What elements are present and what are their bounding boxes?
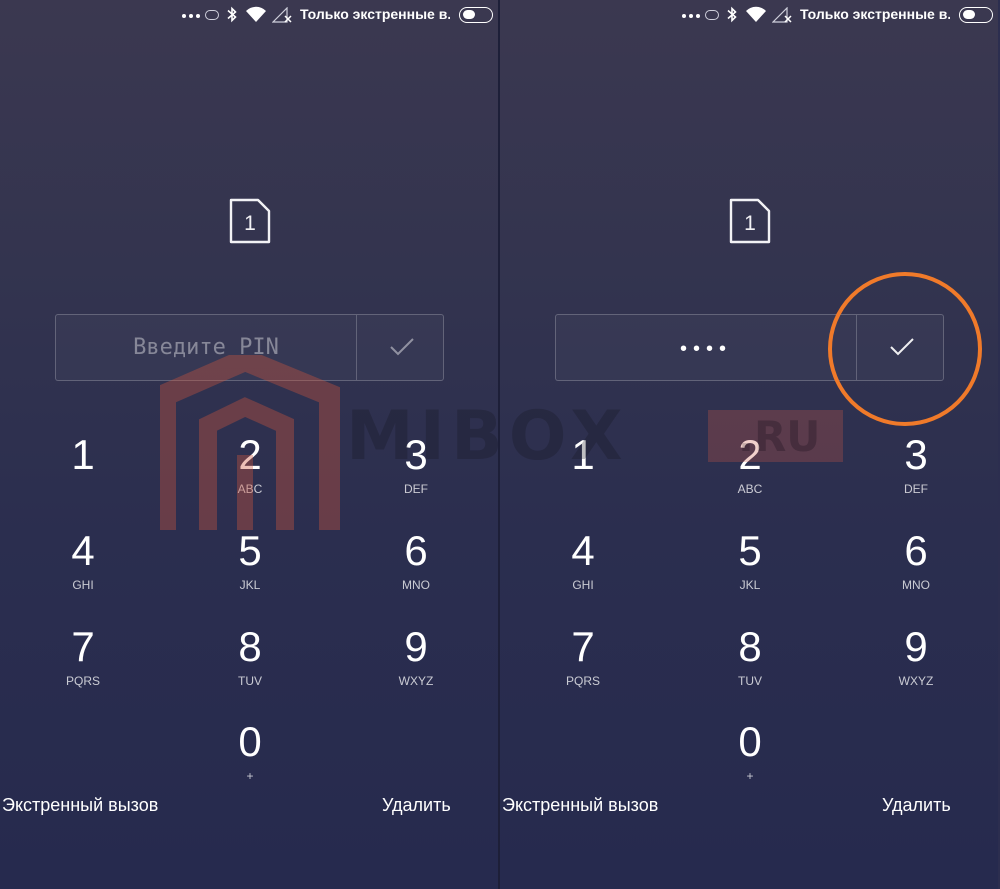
pin-placeholder: Введите PIN <box>133 335 279 360</box>
toggle-icon <box>959 7 993 23</box>
delete-button[interactable]: Удалить <box>382 795 451 816</box>
more-dots-icon <box>182 14 200 18</box>
key-1[interactable]: 1 <box>523 432 643 512</box>
ring-icon <box>205 10 219 20</box>
key-3[interactable]: 3 DEF <box>856 432 976 512</box>
key-9[interactable]: 9 WXYZ <box>356 624 476 704</box>
key-9[interactable]: 9 WXYZ <box>856 624 976 704</box>
key-4[interactable]: 4 GHI <box>23 528 143 608</box>
sim-card-icon: 1 <box>229 198 271 244</box>
status-bar: Только экстренные в... <box>500 0 998 30</box>
more-dots-icon <box>682 14 700 18</box>
key-7[interactable]: 7 PQRS <box>523 624 643 704</box>
key-1[interactable]: 1 <box>23 432 143 512</box>
sim-card-icon: 1 <box>729 198 771 244</box>
key-7[interactable]: 7 PQRS <box>23 624 143 704</box>
confirm-button[interactable] <box>357 315 443 380</box>
key-5[interactable]: 5 JKL <box>690 528 810 608</box>
key-2[interactable]: 2 ABC <box>190 432 310 512</box>
ring-icon <box>705 10 719 20</box>
key-5[interactable]: 5 JKL <box>190 528 310 608</box>
key-0[interactable]: 0 + <box>190 719 310 799</box>
carrier-status-text: Только экстренные в... <box>800 6 950 22</box>
no-signal-icon <box>272 7 292 23</box>
key-3[interactable]: 3 DEF <box>356 432 476 512</box>
lock-screen-right: Только экстренные в... 1 •••• 1 2 ABC 3 DE… <box>500 0 998 889</box>
toggle-icon <box>459 7 493 23</box>
wifi-icon <box>246 6 266 22</box>
lock-screen-left: Только экстренные в... 1 Введите PIN 1 2… <box>0 0 498 889</box>
sim-number: 1 <box>744 212 756 235</box>
no-signal-icon <box>772 7 792 23</box>
bluetooth-icon <box>227 6 237 23</box>
pin-value: •••• <box>679 338 732 360</box>
carrier-status-text: Только экстренные в... <box>300 6 450 22</box>
pin-entry-box: Введите PIN <box>55 314 444 381</box>
bluetooth-icon <box>727 6 737 23</box>
checkmark-icon <box>390 338 414 356</box>
highlight-circle <box>828 272 982 426</box>
status-bar: Только экстренные в... <box>0 0 498 30</box>
key-8[interactable]: 8 TUV <box>690 624 810 704</box>
pin-input[interactable]: •••• <box>556 315 856 380</box>
emergency-call-button[interactable]: Экстренный вызов <box>2 795 158 816</box>
delete-button[interactable]: Удалить <box>882 795 951 816</box>
key-6[interactable]: 6 MNO <box>856 528 976 608</box>
key-6[interactable]: 6 MNO <box>356 528 476 608</box>
sim-number: 1 <box>244 212 256 235</box>
pin-input[interactable]: Введите PIN <box>56 315 356 380</box>
key-8[interactable]: 8 TUV <box>190 624 310 704</box>
key-4[interactable]: 4 GHI <box>523 528 643 608</box>
emergency-call-button[interactable]: Экстренный вызов <box>502 795 658 816</box>
wifi-icon <box>746 6 766 22</box>
key-0[interactable]: 0 + <box>690 719 810 799</box>
key-2[interactable]: 2 ABC <box>690 432 810 512</box>
